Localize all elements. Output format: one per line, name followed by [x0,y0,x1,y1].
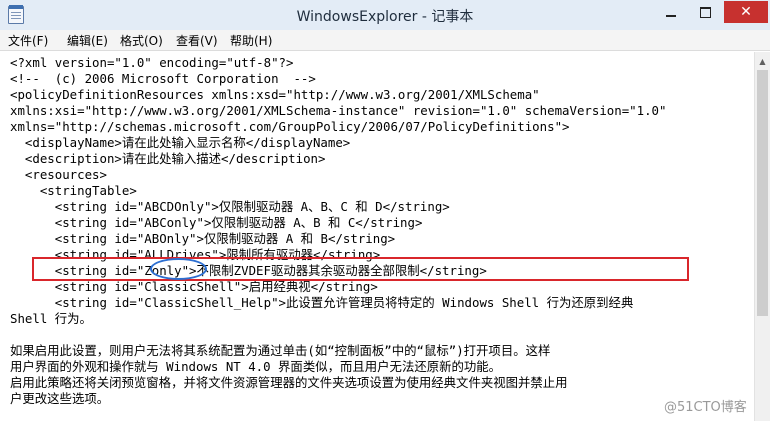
watermark: @51CTO博客 [664,400,747,415]
text-line: <description>请在此处输入描述</description> [10,151,326,166]
text-line: 启用此策略还将关闭预览窗格，并将文件资源管理器的文件夹选项设置为使用经典文件夹视… [10,375,568,390]
text-line: <string id="ABConly">仅限制驱动器 A、B 和 C</str… [10,215,423,230]
minimize-icon [666,15,676,17]
maximize-button[interactable] [690,1,720,23]
text-line: 户更改这些选项。 [10,391,110,406]
window-title: WindowsExplorer - 记事本 [296,9,474,25]
text-line: <stringTable> [10,183,137,198]
close-icon: ✕ [740,4,752,20]
text-line: <string id="ClassicShell_Help">此设置允许管理员将… [10,295,634,310]
text-line: xmlns="http://schemas.microsoft.com/Grou… [10,119,570,134]
red-highlight-box [32,257,689,281]
blue-circle-annotation [150,258,207,280]
menu-bar: 文件(F) 编辑(E) 格式(O) 查看(V) 帮助(H) [0,30,770,51]
text-line: <!-- (c) 2006 Microsoft Corporation --> [10,71,316,86]
text-line: <string id="ClassicShell">启用经典视</string> [10,279,378,294]
text-line: 用户界面的外观和操作就与 Windows NT 4.0 界面类似，而且用户无法还… [10,359,502,374]
title-bar: WindowsExplorer - 记事本 ✕ [0,0,770,31]
scroll-up-icon[interactable]: ▲ [755,53,770,69]
text-line: Shell 行为。 [10,311,92,326]
text-line: <displayName>请在此处输入显示名称</displayName> [10,135,351,150]
text-line: <policyDefinitionResources xmlns:xsd="ht… [10,87,540,102]
menu-format[interactable]: 格式(O) [120,32,163,49]
scroll-thumb[interactable] [757,70,768,316]
text-line: xmlns:xsi="http://www.w3.org/2001/XMLSch… [10,103,667,118]
text-line: <string id="ABOnly">仅限制驱动器 A 和 B</string… [10,231,396,246]
menu-file[interactable]: 文件(F) [8,32,48,49]
text-line: <resources> [10,167,107,182]
text-editor[interactable]: <?xml version="1.0" encoding="utf-8"?> <… [2,52,754,421]
maximize-icon [699,6,711,18]
text-line: <?xml version="1.0" encoding="utf-8"?> [10,55,294,70]
menu-edit[interactable]: 编辑(E) [67,32,108,49]
minimize-button[interactable] [656,1,686,23]
text-line: <string id="ABCDOnly">仅限制驱动器 A、B、C 和 D</… [10,199,450,214]
menu-help[interactable]: 帮助(H) [230,32,272,49]
menu-view[interactable]: 查看(V) [176,32,218,49]
text-line: 如果启用此设置，则用户无法将其系统配置为通过单击(如“控制面板”中的“鼠标”)打… [10,343,551,358]
vertical-scrollbar[interactable]: ▲ [754,52,770,421]
close-button[interactable]: ✕ [724,1,768,23]
